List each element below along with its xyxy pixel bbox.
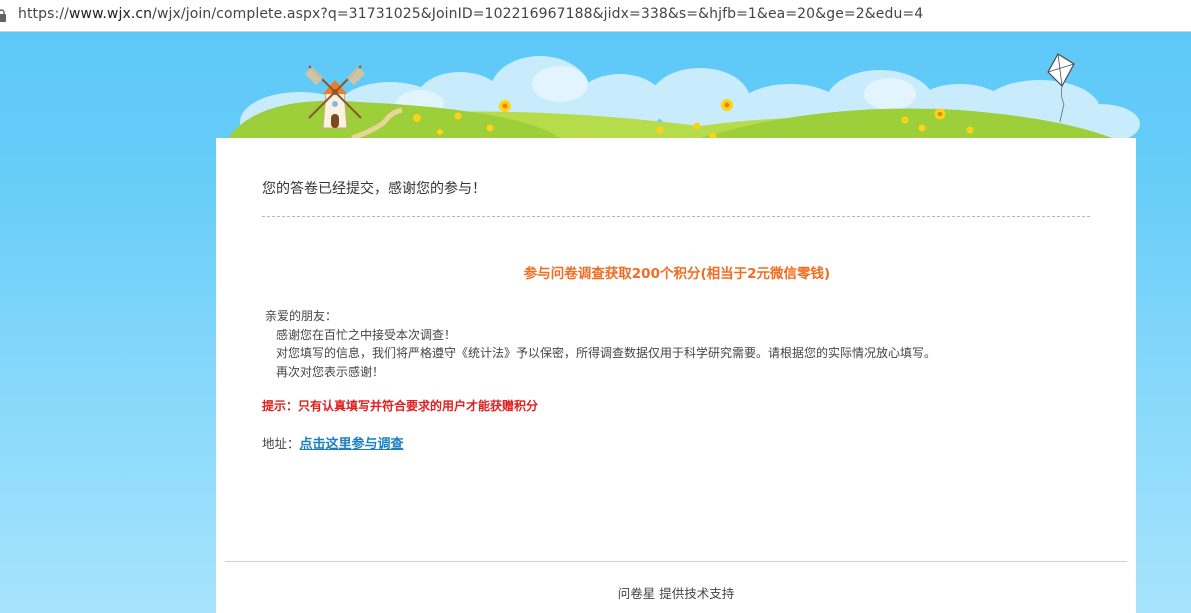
thanks-message: 您的答卷已经提交，感谢您的参与！ — [262, 181, 486, 197]
url-host: www.wjx.cn — [68, 6, 153, 22]
letter-line: 再次对您表示感谢！ — [276, 364, 385, 379]
dashed-divider — [262, 216, 1090, 217]
url-prefix: https:// — [18, 6, 69, 22]
url-text[interactable]: https://www.wjx.cn/wjx/join/complete.asp… — [18, 6, 923, 22]
footer-text: 问卷星 提供技术支持 — [617, 586, 735, 601]
address-bar[interactable]: https://www.wjx.cn/wjx/join/complete.asp… — [0, 0, 1191, 32]
promo-text: 参与问卷调查获取200个积分(相当于2元微信零钱) — [523, 266, 831, 282]
hint-text: 提示：只有认真填写并符合要求的用户才能获赠积分 — [262, 399, 539, 413]
completion-card: 您的答卷已经提交，感谢您的参与！ 参与问卷调查获取200个积分(相当于2元微信零… — [216, 138, 1136, 613]
letter-body: 亲爱的朋友： 感谢您在百忙之中接受本次调查！ 对您填写的信息，我们将严格遵守《统… — [265, 307, 936, 381]
address-label: 地址： — [262, 436, 300, 451]
header-illustration — [228, 53, 1140, 142]
address-line: 地址：点击这里参与调查 — [262, 433, 404, 452]
promo-title: 参与问卷调查获取200个积分(相当于2元微信零钱) — [216, 262, 1136, 282]
join-survey-link[interactable]: 点击这里参与调查 — [300, 437, 404, 452]
letter-line: 感谢您在百忙之中接受本次调查！ — [276, 327, 457, 342]
footer-divider — [225, 561, 1127, 562]
letter-line: 对您填写的信息，我们将严格遵守《统计法》予以保密，所得调查数据仅用于科学研究需要… — [276, 346, 937, 360]
lock-icon — [0, 9, 6, 22]
url-path: /wjx/join/complete.aspx?q=31731025&JoinI… — [152, 6, 924, 22]
letter-greeting: 亲爱的朋友： — [265, 309, 338, 323]
